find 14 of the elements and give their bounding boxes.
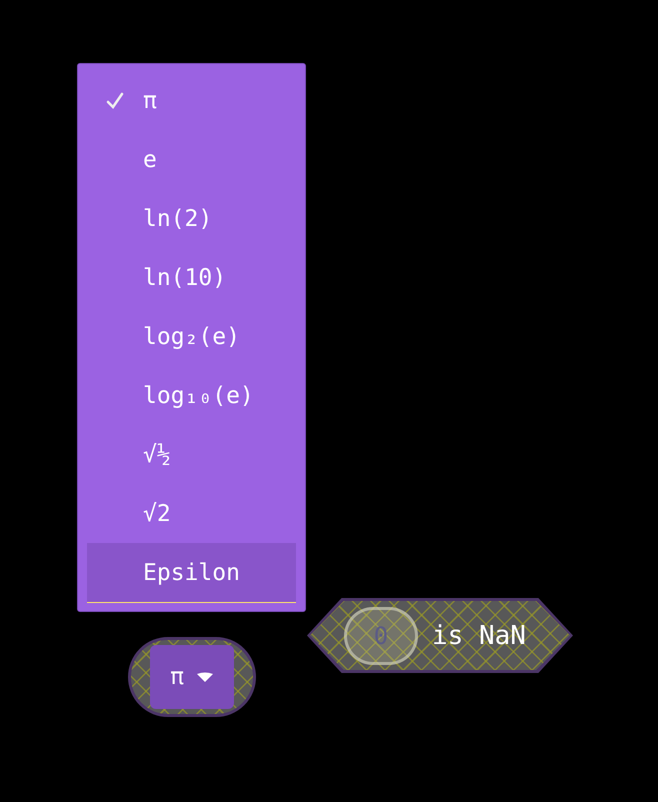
menu-item[interactable]: √2 [87,484,296,544]
menu-item[interactable]: π [87,72,296,131]
block-label: is NaN [432,620,526,650]
caret-icon [196,671,214,683]
menu-item[interactable]: ln(2) [87,190,296,249]
menu-item[interactable]: log₁₀(e) [87,366,296,426]
constant-dropdown[interactable]: π [150,645,234,709]
menu-item[interactable]: Epsilon [87,543,296,604]
menu-item[interactable]: log₂(e) [87,308,296,366]
menu-item[interactable]: √½ [87,425,296,484]
menu-item[interactable]: ln(10) [87,248,296,308]
constant-block[interactable]: π [128,637,256,717]
menu-item[interactable]: e [87,130,296,190]
nan-check-block[interactable]: 0 is NaN [307,598,573,673]
